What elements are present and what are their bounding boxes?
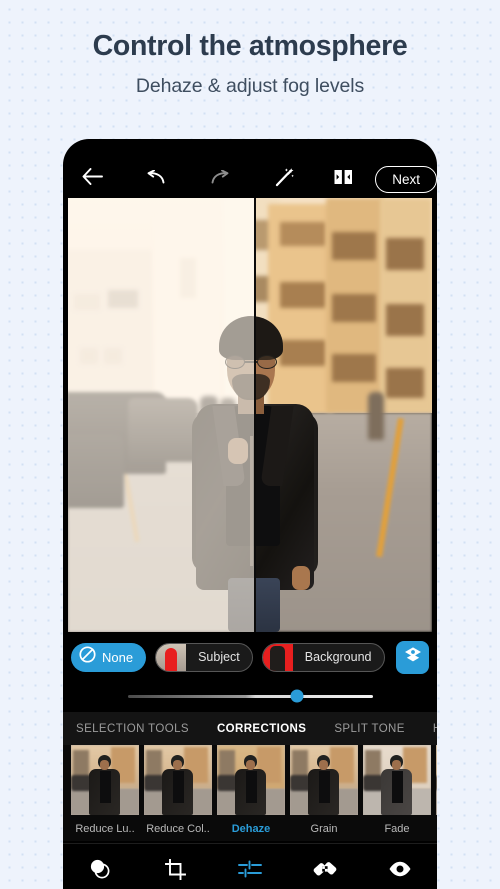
crop-icon bbox=[164, 858, 186, 885]
filter-grain[interactable]: Grain bbox=[290, 745, 358, 835]
back-button[interactable] bbox=[63, 159, 123, 199]
next-button[interactable]: Next bbox=[375, 165, 437, 193]
filter-label: Reduce Lu.. bbox=[75, 823, 135, 835]
tab-hsl[interactable]: HSL bbox=[433, 723, 437, 735]
filter-thumbnail bbox=[363, 745, 431, 815]
undo-icon bbox=[146, 169, 165, 189]
editor-tabs: SELECTION TOOLS CORRECTIONS SPLIT TONE H… bbox=[63, 712, 437, 745]
nav-retouch[interactable] bbox=[287, 844, 362, 889]
photo-canvas[interactable] bbox=[68, 198, 432, 632]
background-thumbnail-icon bbox=[262, 643, 293, 671]
before-after-compare-icon bbox=[334, 168, 353, 191]
redo-icon bbox=[211, 169, 230, 189]
healing-retouch-icon bbox=[313, 858, 337, 885]
nav-looks[interactable] bbox=[63, 844, 138, 889]
chip-subject[interactable]: Subject bbox=[155, 642, 253, 672]
filter-label: Fade bbox=[384, 823, 410, 835]
tab-selection-tools[interactable]: SELECTION TOOLS bbox=[76, 723, 189, 735]
tab-corrections[interactable]: CORRECTIONS bbox=[217, 723, 306, 735]
no-selection-icon bbox=[79, 646, 96, 668]
back-arrow-icon bbox=[82, 168, 104, 190]
compare-button[interactable] bbox=[317, 159, 369, 199]
nav-crop[interactable] bbox=[138, 844, 213, 889]
photo-before-half bbox=[68, 198, 255, 632]
filter-thumbnail bbox=[290, 745, 358, 815]
filter-label: Grain bbox=[310, 823, 338, 835]
phone-mockup: Next None Subject Background SELECTION T… bbox=[63, 139, 437, 889]
subject-person-after bbox=[255, 316, 323, 632]
looks-filters-icon bbox=[89, 858, 111, 885]
chip-none-label: None bbox=[102, 649, 134, 665]
magic-wand-button[interactable] bbox=[253, 159, 316, 199]
page-title: Control the atmosphere bbox=[92, 30, 408, 62]
filter-thumbnail bbox=[144, 745, 212, 815]
filter-thumbnail bbox=[71, 745, 139, 815]
adjustment-slider[interactable] bbox=[63, 680, 437, 712]
preview-eye-icon bbox=[388, 861, 412, 882]
nav-preview[interactable] bbox=[362, 844, 437, 889]
nav-adjust[interactable] bbox=[213, 844, 288, 889]
chip-background-label: Background bbox=[304, 650, 372, 664]
tab-split-tone[interactable]: SPLIT TONE bbox=[334, 723, 404, 735]
bottom-navigation bbox=[63, 843, 437, 889]
filter-reduce-luminance[interactable]: Reduce Lu.. bbox=[71, 745, 139, 835]
undo-button[interactable] bbox=[123, 159, 188, 199]
adjust-sliders-icon bbox=[238, 860, 262, 883]
filter-reduce-color[interactable]: Reduce Col.. bbox=[144, 745, 212, 835]
editor-toolbar: Next bbox=[63, 159, 437, 199]
selection-chips-row: None Subject Background bbox=[63, 634, 437, 680]
filter-fade[interactable]: Fade bbox=[363, 745, 431, 835]
photo-image bbox=[68, 198, 432, 632]
before-after-divider[interactable] bbox=[254, 198, 256, 632]
filter-strip[interactable]: Reduce Lu.. Reduce Col.. Dehaze Grain Fa… bbox=[63, 745, 437, 841]
slider-thumb[interactable] bbox=[290, 689, 304, 703]
layers-button[interactable] bbox=[396, 640, 429, 674]
filter-next-partial[interactable] bbox=[436, 745, 437, 823]
magic-wand-icon bbox=[275, 167, 295, 192]
filter-label: Reduce Col.. bbox=[146, 823, 210, 835]
chip-subject-label: Subject bbox=[198, 650, 240, 664]
promo-header: Control the atmosphere Dehaze & adjust f… bbox=[0, 0, 500, 98]
slider-track[interactable] bbox=[127, 689, 373, 703]
filter-label: Dehaze bbox=[231, 823, 271, 835]
subject-thumbnail-icon bbox=[156, 643, 187, 671]
filter-thumbnail bbox=[436, 745, 437, 815]
photo-after-half bbox=[255, 198, 432, 632]
chip-background[interactable]: Background bbox=[261, 642, 385, 672]
filter-dehaze[interactable]: Dehaze bbox=[217, 745, 285, 835]
filter-thumbnail bbox=[217, 745, 285, 815]
page-subtitle: Dehaze & adjust fog levels bbox=[135, 74, 365, 97]
layers-icon bbox=[404, 646, 422, 669]
redo-button[interactable] bbox=[188, 159, 253, 199]
chip-none[interactable]: None bbox=[71, 642, 147, 672]
